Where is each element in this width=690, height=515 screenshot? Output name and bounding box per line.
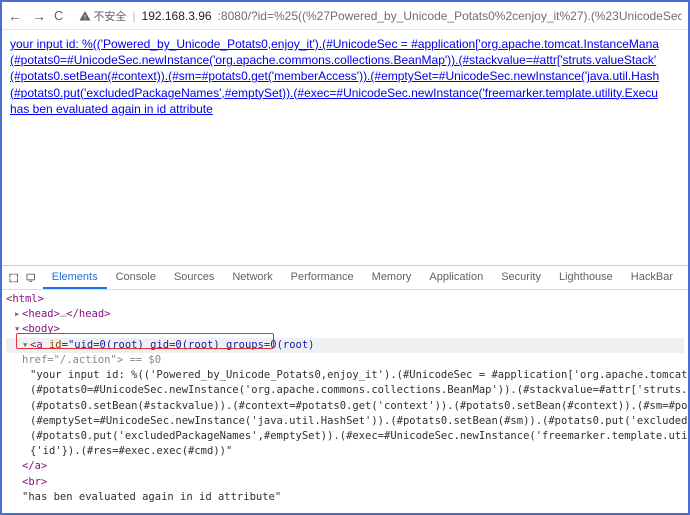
dom-text[interactable]: (#emptySet=#UnicodeSec.newInstance('java… [6,414,684,429]
tab-application[interactable]: Application [420,266,492,289]
tab-hackbar[interactable]: HackBar [622,266,682,289]
browser-toolbar: ← → C 不安全 | 192.168.3.96 :8080/?id=%25((%… [2,2,688,30]
tab-security[interactable]: Security [492,266,550,289]
dom-text[interactable]: "your input id: %(('Powered_by_Unicode_P… [6,368,684,383]
url-host: 192.168.3.96 [142,9,212,23]
insecure-badge: 不安全 [79,8,126,24]
back-button[interactable]: ← [8,8,22,24]
devtools-tabs: Elements Console Sources Network Perform… [43,266,682,289]
forward-button[interactable]: → [32,8,46,24]
separator: | [132,9,135,23]
dom-node[interactable]: ▾<body> [6,322,684,337]
dom-node[interactable]: <html> [6,292,684,307]
elements-tree[interactable]: <html> ▸<head>…</head> ▾<body> ▾<a id="u… [2,290,688,513]
dom-text[interactable]: (#potats0=#UnicodeSec.newInstance('org.a… [6,383,684,398]
tab-network[interactable]: Network [223,266,281,289]
inspect-icon[interactable] [8,271,19,285]
tab-console[interactable]: Console [107,266,165,289]
tab-lighthouse[interactable]: Lighthouse [550,266,622,289]
page-line: your input id: %(('Powered_by_Unicode_Po… [10,37,659,51]
insecure-label: 不安全 [93,8,126,24]
dom-text[interactable]: … [6,505,684,513]
tab-memory[interactable]: Memory [363,266,421,289]
page-line: (#potats0.setBean(#context)).(#sm=#potat… [10,69,659,83]
dom-text[interactable]: (#potats0.put('excludedPackageNames',#em… [6,429,684,444]
page-line: (#potats0.put('excludedPackageNames',#em… [10,86,658,100]
page-line: (#potats0=#UnicodeSec.newInstance('org.a… [10,53,656,67]
dom-node[interactable]: <br> [6,475,684,490]
tab-performance[interactable]: Performance [282,266,363,289]
dom-text[interactable]: "has ben evaluated again in id attribute… [6,490,684,505]
dom-node-selected[interactable]: ▾<a id="uid=0(root) gid=0(root) groups=0… [6,338,684,353]
tab-sources[interactable]: Sources [165,266,223,289]
dom-node[interactable]: ▸<head>…</head> [6,307,684,322]
page-link[interactable]: your input id: %(('Powered_by_Unicode_Po… [10,37,659,116]
dom-text[interactable]: (#potats0.setBean(#stackvalue)).(#contex… [6,399,684,414]
devtools-tabbar: Elements Console Sources Network Perform… [2,266,688,290]
dom-node[interactable]: href="/.action"> == $0 [6,353,684,368]
page-line: has ben evaluated again in id attribute [10,102,213,116]
dom-text[interactable]: {'id'}).(#res=#exec.exec(#cmd))" [6,444,684,459]
dom-node[interactable]: </a> [6,459,684,474]
reload-button[interactable]: C [54,8,63,23]
tab-elements[interactable]: Elements [43,266,107,289]
page-content: your input id: %(('Powered_by_Unicode_Po… [2,30,688,117]
warning-icon [79,10,91,22]
url-path: :8080/?id=%25((%27Powered_by_Unicode_Pot… [218,9,682,23]
address-bar[interactable]: 不安全 | 192.168.3.96 :8080/?id=%25((%27Powe… [71,5,682,27]
device-icon[interactable] [25,271,36,285]
devtools-panel: Elements Console Sources Network Perform… [2,265,688,513]
